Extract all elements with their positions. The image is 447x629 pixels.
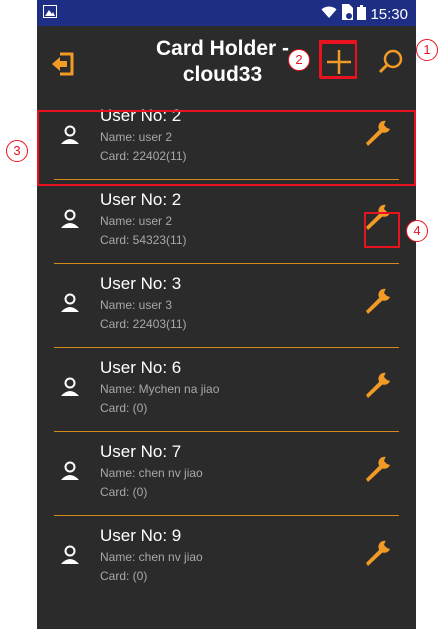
user-card: Card: 54323(11) xyxy=(100,233,187,247)
search-button[interactable] xyxy=(373,44,409,80)
user-icon xyxy=(61,209,79,228)
callout-badge-4: 4 xyxy=(406,220,428,242)
user-name: Name: chen nv jiao xyxy=(100,466,203,480)
user-card: Card: (0) xyxy=(100,569,148,583)
callout-box-first-row xyxy=(37,110,416,186)
user-icon xyxy=(61,545,79,564)
user-icon xyxy=(61,461,79,480)
status-bar: 15:30 xyxy=(37,0,416,26)
callout-box-add xyxy=(320,42,357,79)
status-right: 15:30 xyxy=(321,4,408,24)
app-bar: Card Holder - cloud33 xyxy=(37,26,416,106)
page-title: Card Holder - cloud33 xyxy=(155,37,289,86)
status-time: 15:30 xyxy=(370,5,408,23)
user-number: User No: 7 xyxy=(100,442,182,461)
list-item[interactable]: User No: 7 Name: chen nv jiao Card: (0) xyxy=(37,432,416,516)
callout-box-edit xyxy=(364,212,400,248)
list-item[interactable]: User No: 6 Name: Mychen na jiao Card: (0… xyxy=(37,348,416,432)
wrench-icon[interactable] xyxy=(362,538,392,568)
user-icon xyxy=(61,377,79,396)
back-button[interactable] xyxy=(47,48,79,80)
user-icon xyxy=(61,293,79,312)
user-number: User No: 6 xyxy=(100,358,182,377)
user-name: Name: user 2 xyxy=(100,214,173,228)
user-name: Name: chen nv jiao xyxy=(100,550,203,564)
callout-badge-1: 1 xyxy=(416,39,438,61)
user-name: Name: Mychen na jiao xyxy=(100,382,220,396)
wrench-icon[interactable] xyxy=(362,454,392,484)
phone-screen: 15:30 Card Holder - cloud33 User No: 2 N… xyxy=(37,0,416,629)
no-sim-icon xyxy=(341,4,354,24)
wrench-icon[interactable] xyxy=(362,286,392,316)
user-number: User No: 3 xyxy=(100,274,182,293)
list-item[interactable]: User No: 9 Name: chen nv jiao Card: (0) xyxy=(37,516,416,600)
wrench-icon[interactable] xyxy=(362,370,392,400)
user-card: Card: (0) xyxy=(100,401,148,415)
wifi-icon xyxy=(321,5,337,23)
list-item[interactable]: User No: 2 Name: user 2 Card: 54323(11) xyxy=(37,180,416,264)
list-item[interactable]: User No: 3 Name: user 3 Card: 22403(11) xyxy=(37,264,416,348)
user-number: User No: 2 xyxy=(100,190,182,209)
magnifier-icon xyxy=(378,49,403,74)
user-name: Name: user 3 xyxy=(100,298,173,312)
gallery-notification-icon xyxy=(43,5,57,23)
battery-icon xyxy=(357,4,367,24)
callout-badge-3: 3 xyxy=(6,140,28,162)
exit-arrow-icon xyxy=(52,52,74,76)
user-card: Card: 22403(11) xyxy=(100,317,187,331)
callout-badge-2: 2 xyxy=(288,49,310,71)
user-number: User No: 9 xyxy=(100,526,182,545)
user-card: Card: (0) xyxy=(100,485,148,499)
